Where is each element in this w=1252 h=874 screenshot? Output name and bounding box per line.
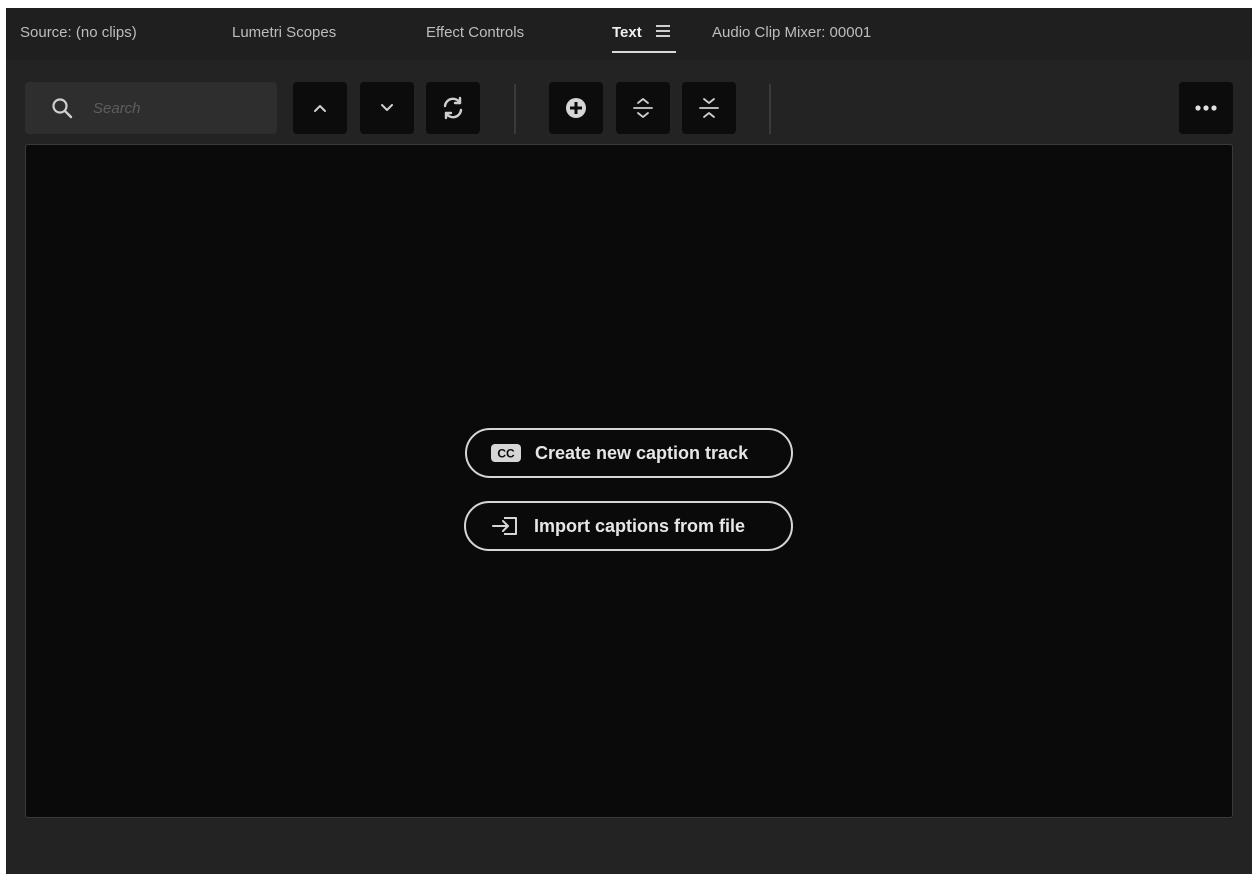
refresh-button[interactable]: [426, 82, 480, 134]
tab-source[interactable]: Source: (no clips): [20, 24, 137, 41]
expand-button[interactable]: [616, 82, 670, 134]
tab-text[interactable]: Text: [612, 24, 676, 53]
more-icon: [1195, 105, 1217, 111]
tab-text-label: Text: [612, 24, 642, 41]
add-caption-button[interactable]: [549, 82, 603, 134]
tab-lumetri-scopes[interactable]: Lumetri Scopes: [232, 24, 336, 41]
svg-text:CC: CC: [497, 447, 515, 461]
more-options-button[interactable]: [1179, 82, 1233, 134]
import-captions-button[interactable]: Import captions from file: [464, 501, 793, 551]
tab-effect-controls[interactable]: Effect Controls: [426, 24, 524, 41]
expand-icon: [633, 98, 653, 118]
search-box: [25, 82, 277, 134]
create-caption-track-button[interactable]: CC Create new caption track: [465, 428, 793, 478]
search-input[interactable]: [91, 94, 270, 122]
refresh-icon: [443, 96, 463, 120]
previous-caption-button[interactable]: [293, 82, 347, 134]
text-panel: Source: (no clips) Lumetri Scopes Effect…: [6, 8, 1252, 874]
import-captions-label: Import captions from file: [534, 515, 746, 536]
toolbar-divider: [514, 84, 516, 134]
chevron-down-icon: [381, 104, 393, 111]
collapse-button[interactable]: [682, 82, 736, 134]
add-circle-icon: [566, 98, 586, 118]
active-tab-indicator: [612, 51, 676, 53]
chevron-up-icon: [314, 105, 326, 112]
search-icon: [52, 98, 73, 119]
captions-content-area: CC Create new caption track Import capti…: [25, 144, 1233, 818]
create-caption-track-label: Create new caption track: [535, 442, 749, 463]
tab-bar: Source: (no clips) Lumetri Scopes Effect…: [6, 8, 1252, 60]
toolbar-divider: [769, 84, 771, 134]
next-caption-button[interactable]: [360, 82, 414, 134]
import-icon: [490, 515, 520, 537]
collapse-icon: [699, 98, 719, 118]
tab-menu-icon[interactable]: [656, 25, 670, 37]
tab-audio-clip-mixer[interactable]: Audio Clip Mixer: 00001: [712, 24, 871, 41]
closed-captions-icon: CC: [491, 444, 521, 462]
